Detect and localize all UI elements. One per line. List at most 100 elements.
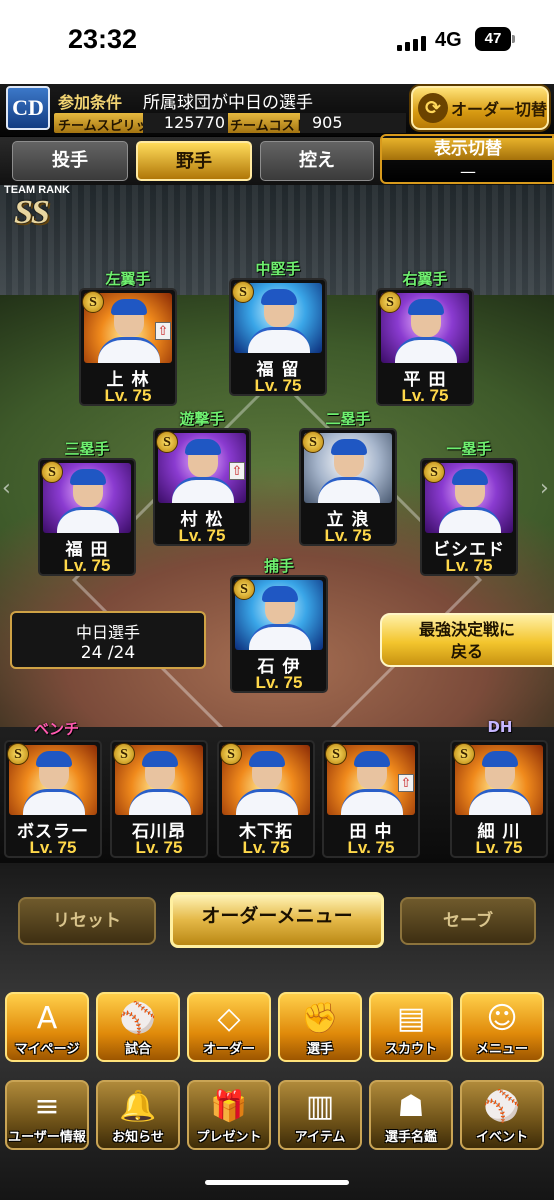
- nav-button-1[interactable]: ⚾ 試合: [96, 992, 180, 1062]
- player-card[interactable]: S ⇧ 上 林 Lv. 75: [79, 288, 177, 406]
- team-cost-value: 905: [300, 113, 406, 133]
- player-card[interactable]: S福 田 Lv. 75: [38, 458, 136, 576]
- back-button-line2: 戻る: [450, 642, 483, 661]
- nav-label: ユーザー情報: [8, 1130, 86, 1145]
- nav-icon: A: [36, 1001, 58, 1036]
- nav-button-5[interactable]: ⚾ イベント: [460, 1080, 544, 1150]
- nav-icon: ✊: [301, 1001, 339, 1036]
- cap-shape: [185, 439, 221, 455]
- player-card[interactable]: S ⇧ 村 松 Lv. 75: [153, 428, 251, 546]
- nav-button-4[interactable]: ☗ 選手名鑑: [369, 1080, 453, 1150]
- player-card[interactable]: S ビシエド Lv. 75: [420, 458, 518, 576]
- nav-icon: ≡: [34, 1089, 60, 1124]
- nav-label: 試合: [124, 1042, 151, 1057]
- player-level: Lv. 75: [324, 526, 372, 545]
- nav-icon: ◇: [217, 1001, 241, 1036]
- nav-icon: ▥: [305, 1089, 335, 1124]
- s-rank-badge-icon: S: [379, 291, 401, 313]
- player-level: Lv. 75: [242, 838, 290, 857]
- back-to-tournament-button[interactable]: 最強決定戦に 戻る: [380, 613, 554, 667]
- player-level: Lv. 75: [475, 838, 523, 857]
- player-card[interactable]: S立 浪 Lv. 75: [299, 428, 397, 546]
- order-menu-button[interactable]: オーダーメニュー: [170, 892, 384, 948]
- upgrade-arrow-icon: ⇧: [229, 462, 245, 480]
- nav-button-2[interactable]: ◇ オーダー: [187, 992, 271, 1062]
- tab-pitcher[interactable]: 投手: [12, 141, 128, 181]
- s-rank-badge-icon: S: [82, 291, 104, 313]
- cap-shape: [482, 751, 518, 767]
- player-card[interactable]: S細 川 Lv. 75: [450, 740, 548, 858]
- position-label: 捕手: [263, 557, 294, 575]
- player-level: Lv. 75: [254, 376, 302, 395]
- player-card[interactable]: S ボスラー Lv. 75: [4, 740, 102, 858]
- cap-shape: [249, 751, 285, 767]
- player-level: Lv. 75: [401, 386, 449, 405]
- nav-label: スカウト: [384, 1042, 437, 1057]
- uniform-shape: [23, 789, 85, 815]
- nav-button-3[interactable]: ▥ アイテム: [278, 1080, 362, 1150]
- uniform-shape: [318, 477, 380, 503]
- right-arrow-icon[interactable]: ›: [540, 476, 549, 501]
- nav-icon: ☺: [486, 1001, 518, 1036]
- uniform-shape: [249, 624, 311, 650]
- s-rank-badge-icon: S: [453, 743, 475, 765]
- player-card[interactable]: S石 伊 Lv. 75: [230, 575, 328, 693]
- left-arrow-icon[interactable]: ‹: [2, 476, 11, 501]
- s-rank-badge-icon: S: [220, 743, 242, 765]
- s-rank-badge-icon: S: [302, 431, 324, 453]
- cap-shape: [262, 586, 298, 602]
- chunichi-count-value: 24 /24: [80, 643, 136, 663]
- uniform-shape: [469, 789, 531, 815]
- nav-button-2[interactable]: 🎁 プレゼント: [187, 1080, 271, 1150]
- position-label: 遊撃手: [179, 410, 225, 428]
- s-rank-badge-icon: S: [156, 431, 178, 453]
- home-indicator[interactable]: [205, 1180, 349, 1185]
- player-card[interactable]: S 石川昂 Lv. 75: [110, 740, 208, 858]
- signal-icon: [397, 36, 426, 51]
- player-card[interactable]: S福 留 Lv. 75: [229, 278, 327, 396]
- tab-fielder[interactable]: 野手: [136, 141, 252, 181]
- player-card[interactable]: S 木下拓 Lv. 75: [217, 740, 315, 858]
- player-level: Lv. 75: [178, 526, 226, 545]
- view-toggle-value: —: [460, 162, 476, 181]
- s-rank-badge-icon: S: [325, 743, 347, 765]
- tab-reserve[interactable]: 控え: [260, 141, 374, 181]
- chunichi-count-box: 中日選手 24 /24: [10, 611, 206, 669]
- s-rank-badge-icon: S: [113, 743, 135, 765]
- position-label: 二塁手: [325, 410, 371, 428]
- network-type: 4G: [435, 29, 462, 51]
- cap-shape: [408, 299, 444, 315]
- upgrade-arrow-icon: ⇧: [398, 774, 414, 792]
- chunichi-count-label: 中日選手: [75, 623, 140, 642]
- nav-label: メニュー: [475, 1042, 528, 1057]
- player-card[interactable]: S平 田 Lv. 75: [376, 288, 474, 406]
- view-toggle-button[interactable]: 表示切替 —: [380, 134, 554, 184]
- view-toggle-label: 表示切替: [382, 138, 554, 160]
- cap-shape: [331, 439, 367, 455]
- uniform-shape: [395, 337, 457, 363]
- order-switch-label: オーダー切替: [451, 100, 548, 119]
- team-cost-label: チームコスト: [230, 119, 308, 134]
- reset-button[interactable]: リセット: [18, 897, 156, 945]
- player-level: Lv. 75: [445, 556, 493, 575]
- cap-shape: [111, 299, 147, 315]
- nav-icon: ⚾: [483, 1089, 521, 1124]
- position-label: 左翼手: [105, 270, 151, 288]
- status-time: 23:32: [68, 24, 138, 54]
- nav-button-1[interactable]: 🔔 お知らせ: [96, 1080, 180, 1150]
- nav-button-5[interactable]: ☺ メニュー: [460, 992, 544, 1062]
- save-button[interactable]: セーブ: [400, 897, 536, 945]
- nav-button-4[interactable]: ▤ スカウト: [369, 992, 453, 1062]
- player-level: Lv. 75: [135, 838, 183, 857]
- uniform-shape: [98, 337, 160, 363]
- player-card[interactable]: S ⇧ 田 中 Lv. 75: [322, 740, 420, 858]
- nav-button-3[interactable]: ✊ 選手: [278, 992, 362, 1062]
- refresh-icon: ⟳: [418, 93, 448, 123]
- nav-icon: ▤: [396, 1001, 426, 1036]
- nav-button-0[interactable]: A マイページ: [5, 992, 89, 1062]
- order-switch-button[interactable]: ⟳ オーダー切替: [411, 86, 549, 130]
- condition-text: 所属球団が中日の選手: [143, 93, 313, 113]
- s-rank-badge-icon: S: [232, 281, 254, 303]
- nav-button-0[interactable]: ≡ ユーザー情報: [5, 1080, 89, 1150]
- cap-shape: [261, 289, 297, 305]
